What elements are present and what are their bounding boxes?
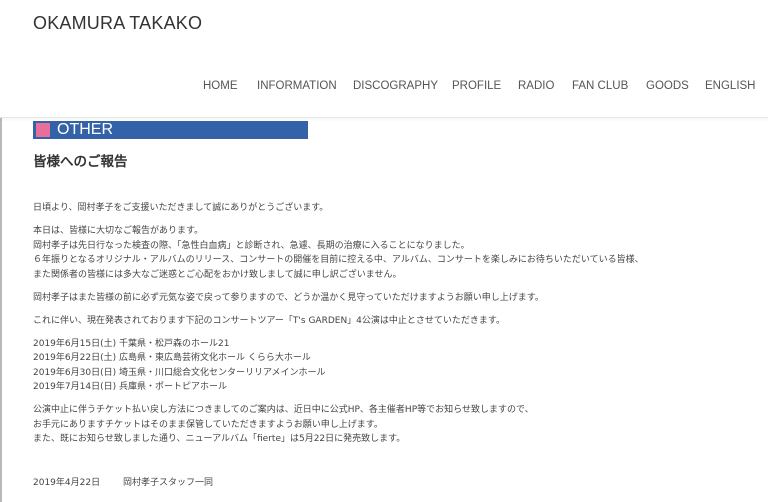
body-line: 公演中止に伴うチケット払い戻し方法につきましてのご案内は、近日中に公式HP、各主…	[33, 405, 534, 415]
body-line: また関係者の皆様には多大なご迷惑とご心配をおかけ致しまして誠に申し訳ございません…	[33, 269, 402, 280]
body-line: これに伴い、現在発表されております下記のコンサートツアー「T's GARDEN」…	[33, 315, 506, 326]
post-body: 日頃より、岡村孝子をご支援いただきまして誠にありがとうございます。 本日は、皆様…	[33, 201, 733, 455]
nav-fan-club[interactable]: FAN CLUB	[572, 80, 628, 92]
concert-list: 2019年6月15日(土) 千葉県・松戸森のホール21 2019年6月22日(土…	[33, 337, 733, 395]
main-nav: HOME INFORMATION DISCOGRAPHY PROFILE RAD…	[0, 80, 768, 96]
body-line: 本日は、皆様に大切なご報告があります。	[33, 226, 204, 236]
category-banner: OTHER	[33, 121, 308, 139]
nav-home[interactable]: HOME	[203, 80, 238, 92]
post-author: 岡村孝子スタッフ一同	[122, 478, 213, 488]
concert-item: 2019年7月14日(日) 兵庫県・ポートピアホール	[33, 382, 227, 392]
site-title[interactable]: OKAMURA TAKAKO	[33, 13, 202, 34]
paragraph-refund: 公演中止に伴うチケット払い戻し方法につきましてのご案内は、近日中に公式HP、各主…	[33, 403, 733, 447]
nav-information[interactable]: INFORMATION	[257, 80, 337, 92]
nav-goods[interactable]: GOODS	[646, 80, 689, 92]
concert-item: 2019年6月22日(土) 広島県・東広島芸術文化ホール くらら大ホール	[33, 353, 311, 363]
nav-english[interactable]: ENGLISH	[705, 80, 756, 92]
paragraph-announcement: 本日は、皆様に大切なご報告があります。 岡村孝子は先日行なった検査の際、「急性白…	[33, 224, 733, 282]
nav-discography[interactable]: DISCOGRAPHY	[353, 80, 438, 92]
concert-item: 2019年6月30日(日) 埼玉県・川口総合文化センターリリアメインホール	[33, 367, 326, 378]
category-label: OTHER	[57, 121, 113, 138]
body-line: 岡村孝子は先日行なった検査の際、「急性白血病」と診断され、急遽、長期の治療に入る…	[33, 240, 470, 251]
paragraph-cancellation: これに伴い、現在発表されております下記のコンサートツアー「T's GARDEN」…	[33, 314, 733, 329]
body-line: また、既にお知らせ致しました通り、ニューアルバム「fierte」は5月22日に発…	[33, 434, 406, 444]
paragraph-greeting: 日頃より、岡村孝子をご支援いただきまして誠にありがとうございます。	[33, 201, 733, 216]
post-title: 皆様へのご報告	[33, 154, 128, 170]
body-line: 岡村孝子はまた皆様の前に必ず元気な姿で戻って参りますので、どうか温かく見守ってい…	[33, 292, 544, 303]
concert-item: 2019年6月15日(土) 千葉県・松戸森のホール21	[33, 338, 230, 349]
body-line: お手元にありますチケットはそのまま保管していただきますようお願い申し上げます。	[33, 419, 383, 430]
paragraph-return: 岡村孝子はまた皆様の前に必ず元気な姿で戻って参りますので、どうか温かく見守ってい…	[33, 291, 733, 306]
nav-profile[interactable]: PROFILE	[452, 80, 501, 92]
body-line: ６年振りとなるオリジナル・アルバムのリリース、コンサートの開催を目前に控える中、…	[33, 255, 644, 265]
body-line: 日頃より、岡村孝子をご支援いただきまして誠にありがとうございます。	[33, 203, 329, 213]
site-header: OKAMURA TAKAKO HOME INFORMATION DISCOGRA…	[0, 0, 768, 118]
nav-radio[interactable]: RADIO	[518, 80, 554, 92]
post-date: 2019年4月22日	[33, 478, 101, 488]
category-marker-icon	[36, 123, 50, 137]
post-signature: 2019年4月22日 岡村孝子スタッフ一同	[33, 475, 213, 488]
